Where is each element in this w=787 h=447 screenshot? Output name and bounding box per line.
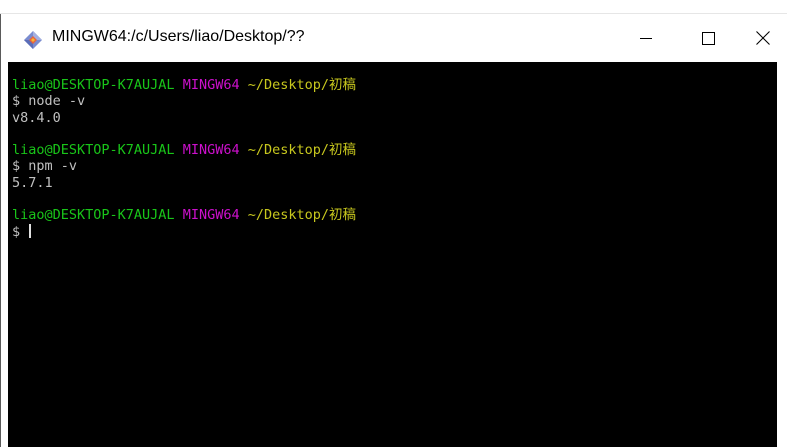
maximize-button[interactable] bbox=[677, 14, 739, 62]
current-path: ~/Desktop/初稿 bbox=[247, 142, 357, 159]
current-path: ~/Desktop/初稿 bbox=[247, 77, 357, 93]
prompt-symbol: $ bbox=[12, 223, 29, 240]
command-output: v8.4.0 bbox=[12, 109, 61, 126]
system-name: MINGW64 bbox=[182, 142, 240, 159]
active-command-line[interactable]: $ bbox=[12, 223, 777, 240]
prompt-header: liao@DESKTOP-K7AUJAL MINGW64 ~/Desktop/初… bbox=[12, 77, 777, 93]
window-title: MINGW64:/c/Users/liao/Desktop/?? bbox=[52, 28, 305, 45]
prompt-header: liao@DESKTOP-K7AUJAL MINGW64 ~/Desktop/初… bbox=[12, 142, 777, 158]
terminal-window: MINGW64:/c/Users/liao/Desktop/?? liao@DE… bbox=[0, 14, 786, 447]
command-line: $ npm -v bbox=[12, 158, 777, 174]
background-window-strip bbox=[0, 0, 787, 14]
text-cursor bbox=[29, 223, 32, 238]
current-path: ~/Desktop/初稿 bbox=[247, 207, 357, 224]
scrollbar[interactable] bbox=[777, 62, 786, 447]
prompt-header: liao@DESKTOP-K7AUJAL MINGW64 ~/Desktop/初… bbox=[12, 207, 777, 223]
minimize-icon bbox=[640, 38, 652, 39]
maximize-icon bbox=[701, 31, 715, 45]
command-output: 5.7.1 bbox=[12, 174, 53, 191]
prompt-symbol: $ bbox=[12, 158, 29, 175]
prompt-symbol: $ bbox=[12, 93, 29, 110]
minimize-button[interactable] bbox=[615, 14, 677, 62]
command-line: $ node -v bbox=[12, 93, 777, 109]
user-host: liao@DESKTOP-K7AUJAL bbox=[12, 142, 175, 159]
system-name: MINGW64 bbox=[182, 207, 240, 224]
command-text: npm -v bbox=[28, 158, 78, 175]
user-host: liao@DESKTOP-K7AUJAL bbox=[12, 207, 175, 224]
terminal-output[interactable]: liao@DESKTOP-K7AUJAL MINGW64 ~/Desktop/初… bbox=[8, 62, 777, 447]
system-name: MINGW64 bbox=[182, 77, 240, 93]
close-icon bbox=[755, 31, 770, 45]
command-text: node -v bbox=[28, 93, 86, 110]
git-bash-diamond-icon bbox=[24, 31, 42, 49]
close-button[interactable] bbox=[739, 14, 786, 62]
title-bar[interactable]: MINGW64:/c/Users/liao/Desktop/?? bbox=[1, 14, 786, 62]
user-host: liao@DESKTOP-K7AUJAL bbox=[12, 77, 175, 93]
